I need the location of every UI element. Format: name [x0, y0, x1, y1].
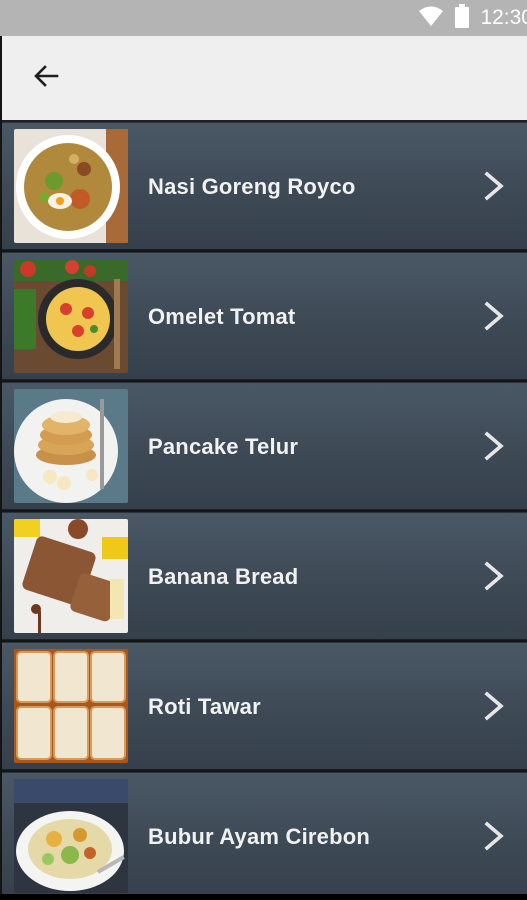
chevron-right-icon	[484, 171, 504, 201]
chevron-right-icon	[484, 431, 504, 461]
list-item-roti-tawar[interactable]: Roti Tawar	[2, 642, 527, 770]
list-item-nasi-goreng-royco[interactable]: Nasi Goreng Royco	[2, 122, 527, 250]
app-bar	[2, 36, 527, 122]
recipe-list: Nasi Goreng Royco Omelet Tomat Pancake T…	[2, 122, 527, 900]
chevron-right-icon	[484, 821, 504, 851]
status-bar: 12:30	[0, 0, 527, 36]
list-item-label: Omelet Tomat	[148, 304, 296, 329]
banana-bread-thumbnail	[14, 519, 128, 633]
list-item-banana-bread[interactable]: Banana Bread	[2, 512, 527, 640]
list-item-bubur-ayam-cirebon[interactable]: Bubur Ayam Cirebon	[2, 772, 527, 900]
status-time: 12:30	[480, 6, 527, 29]
fried-rice-thumbnail	[14, 129, 128, 243]
list-item-label: Nasi Goreng Royco	[148, 174, 356, 199]
list-item-label: Pancake Telur	[148, 434, 299, 459]
list-item-label: Bubur Ayam Cirebon	[148, 824, 370, 849]
chevron-right-icon	[484, 561, 504, 591]
pancake-thumbnail	[14, 389, 128, 503]
battery-icon	[454, 3, 470, 33]
screen: 12:30	[0, 0, 527, 900]
back-button[interactable]	[24, 56, 68, 100]
arrow-left-icon	[33, 64, 59, 93]
chicken-porridge-thumbnail	[14, 779, 128, 893]
chevron-right-icon	[484, 691, 504, 721]
tomato-omelet-thumbnail	[14, 259, 128, 373]
list-item-label: Roti Tawar	[148, 694, 261, 719]
list-item-label: Banana Bread	[148, 564, 299, 589]
list-item-pancake-telur[interactable]: Pancake Telur	[2, 382, 527, 510]
chevron-right-icon	[484, 301, 504, 331]
list-item-omelet-tomat[interactable]: Omelet Tomat	[2, 252, 527, 380]
bottom-edge	[0, 894, 527, 900]
wifi-icon	[418, 5, 444, 32]
white-bread-thumbnail	[14, 649, 128, 763]
status-icons: 12:30	[418, 0, 527, 36]
